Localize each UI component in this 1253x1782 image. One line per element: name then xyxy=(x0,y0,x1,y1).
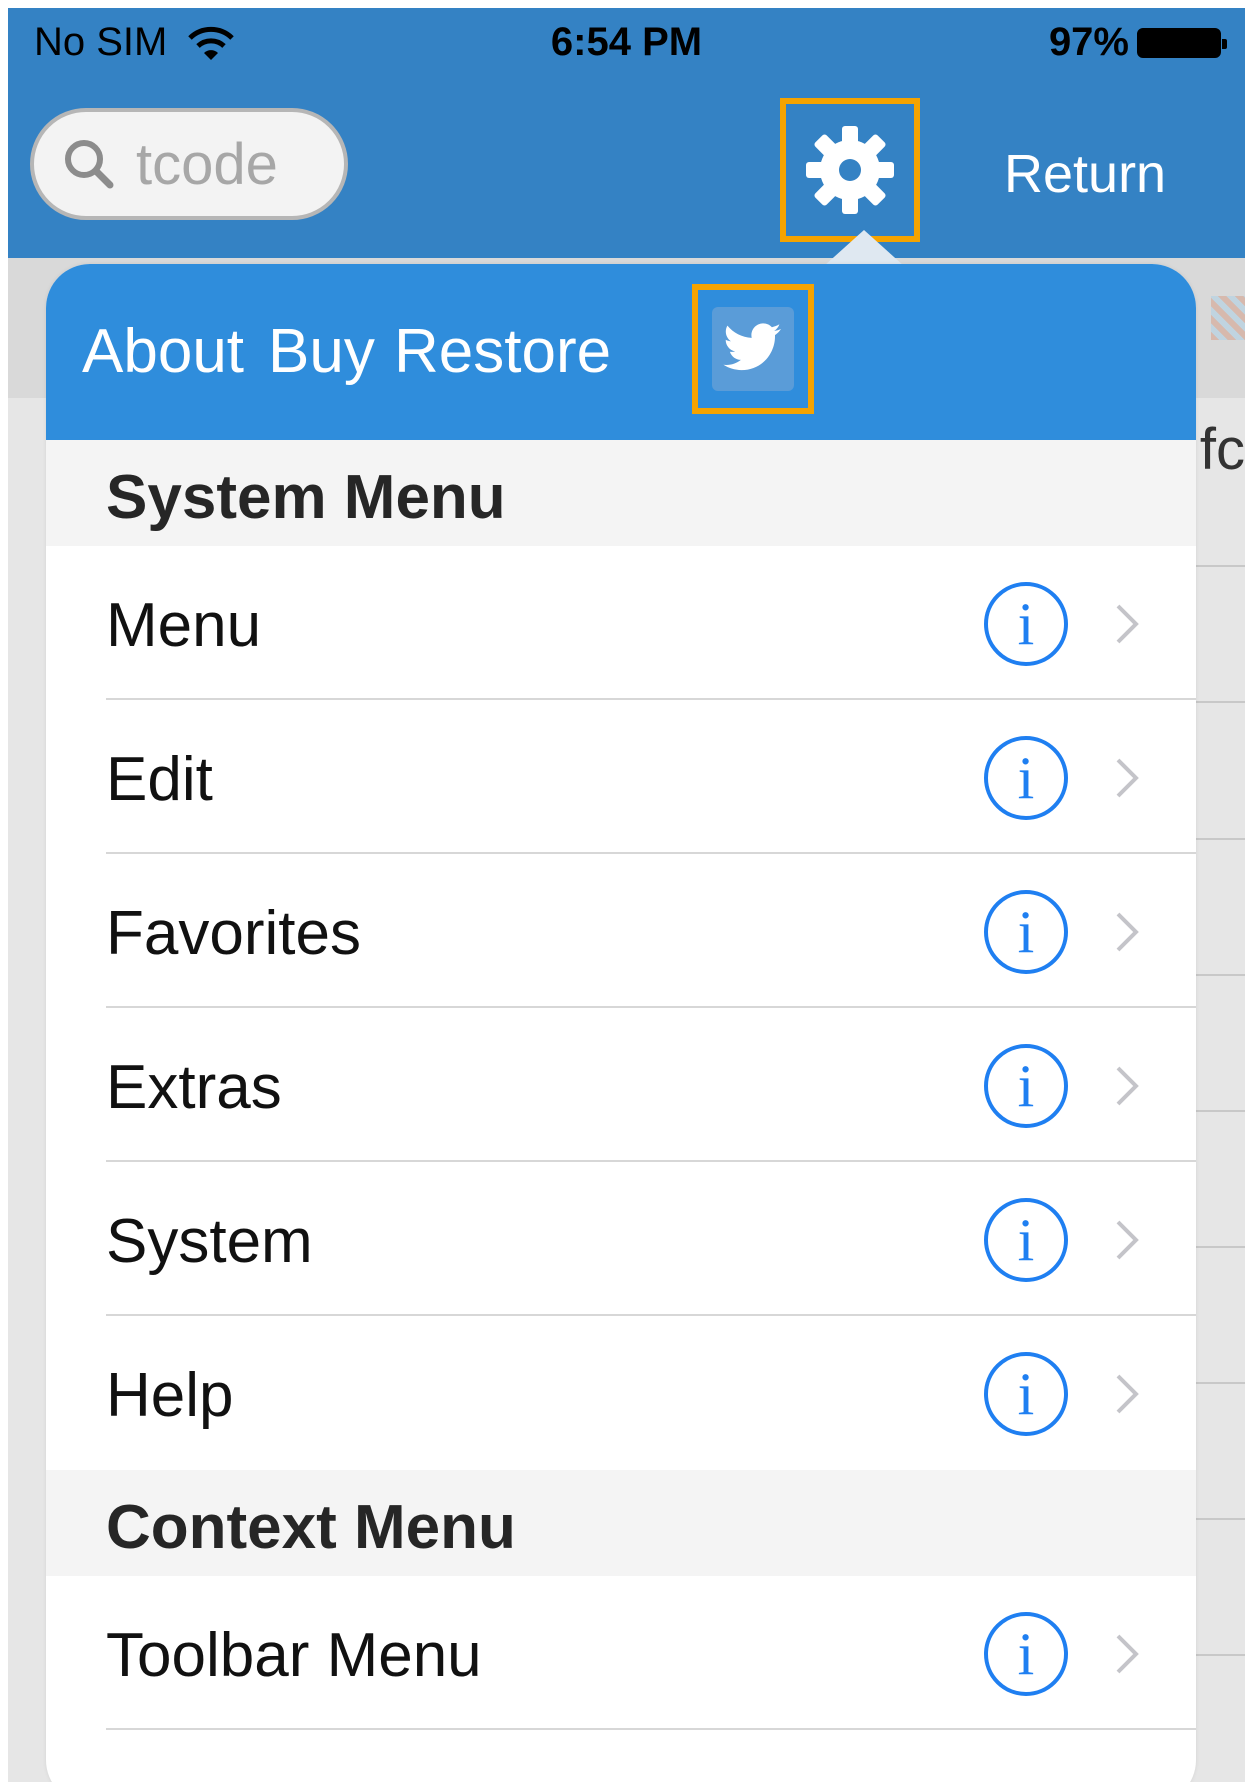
app-screen: No SIM 6:54 PM 97% tcode Return fc About… xyxy=(8,8,1245,1782)
menu-row-edit[interactable]: Edit i xyxy=(46,700,1196,854)
row-label: Edit xyxy=(106,745,213,814)
info-icon[interactable]: i xyxy=(984,582,1068,666)
menu-row-toolbar-menu[interactable]: Toolbar Menu i xyxy=(46,1576,1196,1730)
search-field[interactable] xyxy=(30,108,348,220)
row-label: System xyxy=(106,1207,313,1276)
battery-percent: 97% xyxy=(1048,20,1129,64)
background-thumbnail xyxy=(1211,296,1245,340)
section-title: System Menu xyxy=(106,463,506,532)
info-icon[interactable]: i xyxy=(984,1198,1068,1282)
row-label: Help xyxy=(106,1361,234,1430)
chevron-right-icon xyxy=(1116,1634,1139,1674)
background-partial-text: fc xyxy=(1199,417,1245,482)
chevron-right-icon xyxy=(1116,1220,1139,1260)
chevron-right-icon xyxy=(1116,1374,1139,1414)
menu-row-menu[interactable]: Menu i xyxy=(46,546,1196,700)
popover-header: About Buy Restore xyxy=(46,264,1196,440)
about-link[interactable]: About xyxy=(82,316,244,387)
menu-row-help[interactable]: Help i xyxy=(46,1316,1196,1470)
menu-row-extras[interactable]: Extras i xyxy=(46,1008,1196,1162)
buy-link[interactable]: Buy xyxy=(268,316,375,387)
restore-link[interactable]: Restore xyxy=(394,316,611,387)
row-label: Extras xyxy=(106,1053,282,1122)
battery-icon xyxy=(1137,27,1227,58)
chevron-right-icon xyxy=(1116,1066,1139,1106)
row-divider xyxy=(106,1728,1196,1730)
twitter-icon xyxy=(723,323,781,371)
section-header-system-menu: System Menu xyxy=(46,440,1196,546)
row-label: Menu xyxy=(106,591,262,660)
settings-popover: About Buy Restore System Menu Menu i Edi… xyxy=(46,264,1196,1782)
section-header-context-menu: Context Menu xyxy=(46,1470,1196,1576)
twitter-button[interactable] xyxy=(692,284,814,414)
settings-button[interactable] xyxy=(780,98,920,242)
info-icon[interactable]: i xyxy=(984,1612,1068,1696)
chevron-right-icon xyxy=(1116,604,1139,644)
twitter-tile xyxy=(712,307,794,391)
chevron-right-icon xyxy=(1116,758,1139,798)
return-button[interactable]: Return xyxy=(1004,143,1166,205)
info-icon[interactable]: i xyxy=(984,736,1068,820)
section-title: Context Menu xyxy=(106,1493,516,1562)
menu-row-favorites[interactable]: Favorites i xyxy=(46,854,1196,1008)
navigation-bar: No SIM 6:54 PM 97% tcode Return xyxy=(8,8,1245,258)
row-label: Toolbar Menu xyxy=(106,1621,482,1690)
search-icon xyxy=(65,140,114,189)
search-input[interactable] xyxy=(134,129,338,199)
row-label: Favorites xyxy=(106,899,361,968)
menu-row-system[interactable]: System i xyxy=(46,1162,1196,1316)
info-icon[interactable]: i xyxy=(984,1352,1068,1436)
chevron-right-icon xyxy=(1116,912,1139,952)
gear-icon xyxy=(806,126,894,214)
info-icon[interactable]: i xyxy=(984,890,1068,974)
popover-arrow xyxy=(824,230,904,266)
status-battery: 97% xyxy=(1048,20,1227,65)
info-icon[interactable]: i xyxy=(984,1044,1068,1128)
